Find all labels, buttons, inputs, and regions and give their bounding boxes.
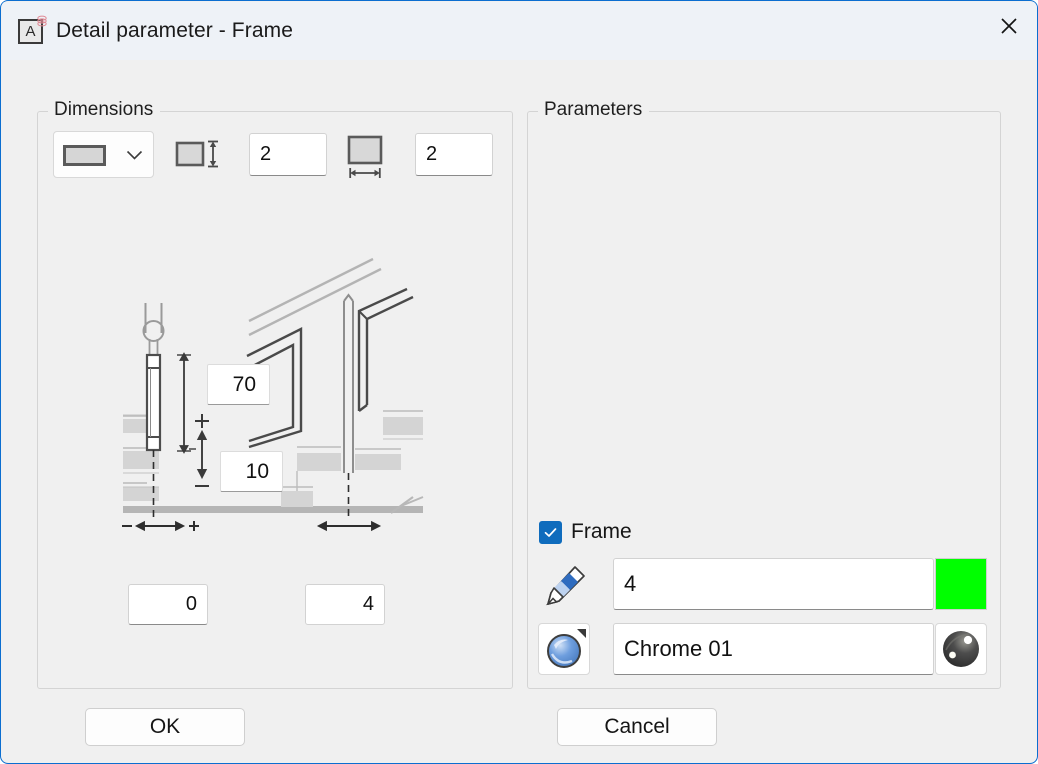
profile-height-icon xyxy=(175,140,218,168)
window-title: Detail parameter - Frame xyxy=(56,19,293,42)
frame-checkbox-label: Frame xyxy=(571,520,632,543)
parameters-group-title: Parameters xyxy=(538,99,650,121)
check-icon xyxy=(544,527,557,537)
title-bar: A Detail parameter - Frame xyxy=(2,2,1037,60)
material-name-input[interactable]: Chrome 01 xyxy=(613,623,934,675)
material-preview-chrome[interactable] xyxy=(935,623,987,675)
chevron-down-icon xyxy=(126,150,143,160)
dialog-window: A Detail parameter - Frame Dimensions 2 … xyxy=(0,0,1038,764)
profile-width-icon xyxy=(347,135,383,178)
ok-button[interactable]: OK xyxy=(85,708,245,746)
archline-app-icon: A xyxy=(18,15,47,46)
dimensions-group-title: Dimensions xyxy=(48,99,161,121)
chrome-sphere-icon xyxy=(943,631,979,667)
pencil-icon[interactable] xyxy=(544,563,588,607)
line-color-swatch[interactable] xyxy=(935,558,987,610)
close-icon xyxy=(1001,18,1017,34)
offset-right-input[interactable]: 4 xyxy=(305,584,385,625)
close-button[interactable] xyxy=(981,3,1037,49)
profile-shape-select[interactable] xyxy=(53,131,154,178)
width-input[interactable]: 2 xyxy=(415,133,493,176)
frame-checkbox-row[interactable]: Frame xyxy=(539,520,632,544)
pen-width-input[interactable]: 4 xyxy=(613,558,934,610)
app-icon-badge-icon xyxy=(37,15,47,27)
height-input[interactable]: 2 xyxy=(249,133,327,176)
cancel-button[interactable]: Cancel xyxy=(557,708,717,746)
callout-offset-input[interactable]: 10 xyxy=(220,451,283,492)
callout-height-input[interactable]: 70 xyxy=(207,364,270,405)
frame-checkbox[interactable] xyxy=(539,520,562,544)
offset-left-input[interactable]: 0 xyxy=(128,584,208,625)
material-picker-button[interactable] xyxy=(538,623,590,675)
material-sphere-icon xyxy=(547,629,586,668)
rectangle-profile-icon xyxy=(63,145,106,166)
